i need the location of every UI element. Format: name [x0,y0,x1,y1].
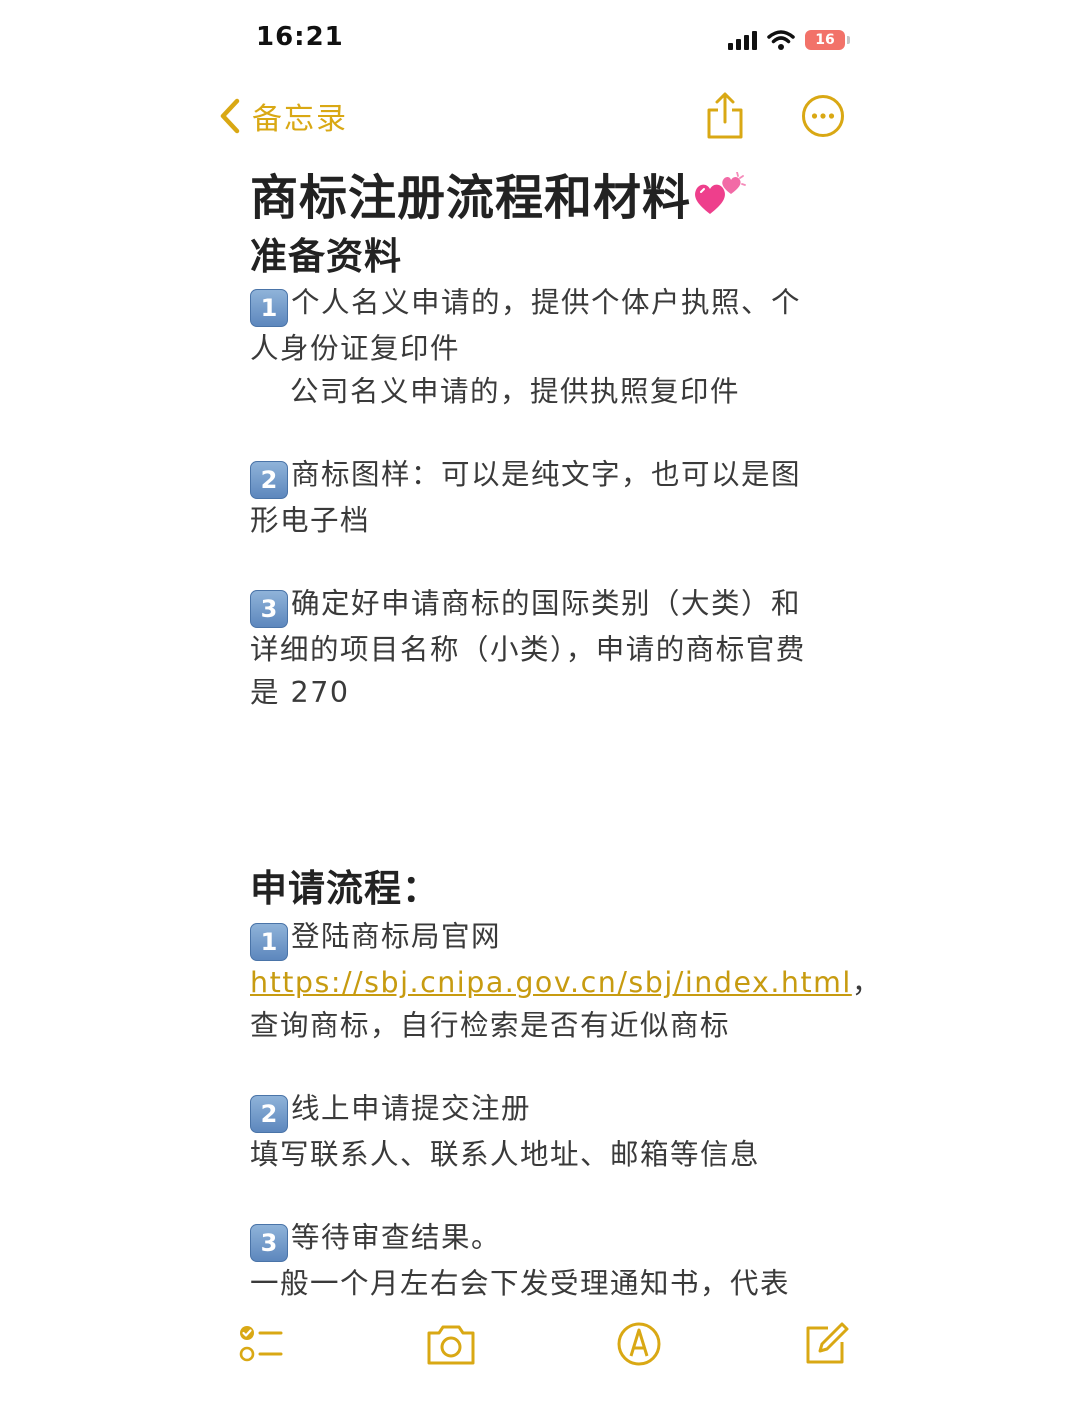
list-item-text: 商标图样：可以是纯文字，也可以是图形电子档 [250,458,802,537]
checklist-icon[interactable] [236,1318,288,1370]
more-icon[interactable] [800,93,846,139]
list-item-text: 确定好申请商标的国际类别（大类）和详细的项目名称（小类），申请的商标官费是 27… [250,587,806,709]
list-item-extra: 一般一个月左右会下发受理通知书，代表 [250,1267,791,1300]
status-icons: 16 [728,26,850,54]
list-item-text: 线上申请提交注册 [291,1092,532,1125]
section-heading-process: 申请流程： [250,867,440,910]
status-time: 16:21 [256,22,344,52]
share-icon[interactable] [700,90,750,142]
battery-icon: 16 [805,30,850,50]
signal-icon [728,30,757,50]
camera-icon[interactable] [425,1318,477,1370]
keycap-number-icon: 2 [250,461,288,499]
markup-icon[interactable] [613,1318,665,1370]
list-item: 3 确定好申请商标的国际类别（大类）和详细的项目名称（小类），申请的商标官费是 2… [250,582,830,714]
list-item-text: 等待审查结果。 [291,1221,502,1254]
keycap-number-icon: 3 [250,590,288,628]
list-item: 2 商标图样：可以是纯文字，也可以是图形电子档 [250,453,830,542]
list-item: 3 等待审查结果。 一般一个月左右会下发受理通知书，代表 [250,1216,830,1305]
keycap-number-icon: 1 [250,289,288,327]
note-title: 商标注册流程和材料 [250,158,747,228]
keycap-number-icon: 3 [250,1224,288,1262]
list-item-extra: 填写联系人、联系人地址、邮箱等信息 [250,1138,761,1171]
back-button[interactable]: 备忘录 [218,94,348,138]
wifi-icon [767,30,795,50]
compose-icon[interactable] [800,1318,852,1370]
list-item: 2 线上申请提交注册 填写联系人、联系人地址、邮箱等信息 [250,1087,830,1176]
section-heading-materials: 准备资料 [250,235,402,278]
list-item-text: 个人名义申请的，提供个体户执照、个人身份证复印件 [250,286,802,365]
battery-level: 16 [815,32,835,48]
list-item: 1 个人名义申请的，提供个体户执照、个人身份证复印件 公司名义申请的，提供执照复印… [250,281,830,413]
list-item-text: 登陆商标局官网 [291,920,502,953]
list-item-extra: 公司名义申请的，提供执照复印件 [290,375,741,408]
list-item: 1 登陆商标局官网 https://sbj.cnipa.gov.cn/sbj/in… [250,915,880,1047]
keycap-number-icon: 1 [250,923,288,961]
two-hearts-icon [695,172,746,214]
keycap-number-icon: 2 [250,1095,288,1133]
website-link[interactable]: https://sbj.cnipa.gov.cn/sbj/index.html [250,966,852,999]
note-title-text: 商标注册流程和材料 [250,170,692,226]
chevron-left-icon [220,98,240,134]
back-label: 备忘录 [252,102,348,137]
